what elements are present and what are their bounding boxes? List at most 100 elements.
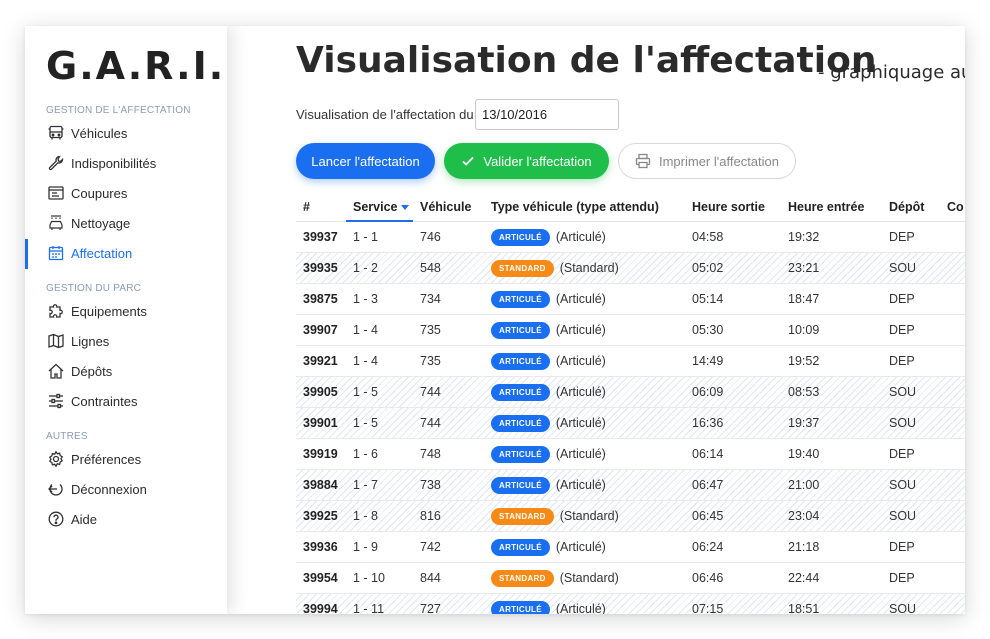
sidebar-item-coupures[interactable]: Coupures (25, 179, 227, 207)
cell-vehicule: 744 (420, 416, 441, 430)
map-icon (47, 332, 65, 350)
help-icon (47, 510, 65, 528)
cell-heure-sortie: 06:14 (692, 447, 724, 461)
cell-type-label: (Articulé) (555, 540, 606, 554)
cell-heure-sortie: 06:46 (692, 571, 724, 585)
page-title: Visualisation de l'affectation (296, 40, 877, 81)
sidebar-item-equipements[interactable]: Equipements (25, 297, 227, 325)
sidebar-item-label: Affectation (71, 245, 133, 261)
standard-badge: STANDARD (491, 260, 554, 278)
cell-id: 39936 (303, 540, 338, 554)
sidebar-item-label: Préférences (71, 451, 142, 467)
sidebar-item-preferences[interactable]: Préférences (25, 445, 227, 473)
cell-depot: DEP (889, 447, 915, 461)
column-header-vehicule[interactable]: Véhicule (420, 192, 471, 222)
cell-vehicule: 746 (420, 230, 441, 244)
cell-vehicule: 738 (420, 478, 441, 492)
calendar-icon (47, 244, 65, 262)
table-body: 39937 1 - 1 746 ARTICULÉ (Articulé) 04:58 19:3… (296, 222, 965, 614)
column-header-id[interactable]: # (303, 192, 310, 222)
table-row[interactable]: 39875 1 - 3 734 ARTICULÉ (Articulé) 05:14 18:4… (296, 284, 965, 315)
articule-badge: ARTICULÉ (491, 477, 550, 495)
sidebar-item-lignes[interactable]: Lignes (25, 327, 227, 355)
cell-heure-entree: 21:00 (788, 478, 820, 492)
cell-type: ARTICULÉ (Articulé) (491, 377, 606, 408)
date-input[interactable] (475, 99, 619, 130)
window-icon (47, 184, 65, 202)
table-row[interactable]: 39907 1 - 4 735 ARTICULÉ (Articulé) 05:30 10:0… (296, 315, 965, 346)
main-content: Visualisation de l'affectation - graphiq… (227, 26, 965, 614)
sidebar-item-vehicules[interactable]: Véhicules (25, 119, 227, 147)
articule-badge: ARTICULÉ (491, 322, 550, 340)
cell-heure-sortie: 05:30 (692, 323, 724, 337)
table-row[interactable]: 39954 1 - 10 844 STANDARD (Standard) 06:46 22:… (296, 563, 965, 594)
sidebar-item-indisponibilites[interactable]: Indisponibilités (25, 149, 227, 177)
sort-desc-icon (401, 205, 410, 211)
column-header-depot[interactable]: Dépôt (889, 192, 924, 222)
wrench-icon (47, 154, 65, 172)
table-row[interactable]: 39905 1 - 5 744 ARTICULÉ (Articulé) 06:09 08:5… (296, 377, 965, 408)
table-row[interactable]: 39994 1 - 11 727 ARTICULÉ (Articulé) 07:15 18:… (296, 594, 965, 614)
sidebar-item-label: Dépôts (71, 363, 113, 379)
table-row[interactable]: 39936 1 - 9 742 ARTICULÉ (Articulé) 06:24 21:1… (296, 532, 965, 563)
sidebar-item-affectation[interactable]: Affectation (25, 239, 227, 269)
cell-id: 39901 (303, 416, 338, 430)
print-affectation-button[interactable]: Imprimer l'affectation (618, 143, 796, 179)
run-affectation-button[interactable]: Lancer l'affectation (296, 143, 435, 179)
cell-vehicule: 816 (420, 509, 441, 523)
cell-type-label: (Articulé) (555, 385, 606, 399)
cell-type: ARTICULÉ (Articulé) (491, 470, 606, 501)
printer-icon (635, 153, 659, 169)
cell-type: ARTICULÉ (Articulé) (491, 284, 606, 315)
cell-type: ARTICULÉ (Articulé) (491, 222, 606, 253)
sidebar-item-label: Véhicules (71, 125, 128, 141)
cell-id: 39919 (303, 447, 338, 461)
validate-affectation-button[interactable]: Valider l'affectation (444, 143, 609, 179)
cell-depot: DEP (889, 354, 915, 368)
cell-heure-entree: 18:47 (788, 292, 820, 306)
print-affectation-label: Imprimer l'affectation (658, 153, 779, 169)
cell-type-label: (Articulé) (555, 323, 606, 337)
column-header-sortie[interactable]: Heure sortie (692, 192, 765, 222)
sidebar-item-label: Indisponibilités (71, 155, 157, 171)
cell-type: ARTICULÉ (Articulé) (491, 532, 606, 563)
column-header-co[interactable]: Co (947, 192, 964, 222)
cell-id: 39937 (303, 230, 338, 244)
sidebar: G.A.R.I. GESTION DE L'AFFECTATION Véhicu… (25, 26, 227, 614)
cell-service: 1 - 7 (353, 478, 379, 492)
car-wash-icon (47, 214, 65, 232)
home-icon (47, 362, 65, 380)
column-header-service[interactable]: Service (346, 192, 413, 222)
table-row[interactable]: 39901 1 - 5 744 ARTICULÉ (Articulé) 16:36 19:3… (296, 408, 965, 439)
cell-type-label: (Standard) (559, 261, 619, 275)
column-header-type[interactable]: Type véhicule (type attendu) (491, 192, 659, 222)
table-row[interactable]: 39919 1 - 6 748 ARTICULÉ (Articulé) 06:14 19:4… (296, 439, 965, 470)
sidebar-item-nettoyage[interactable]: Nettoyage (25, 209, 227, 237)
table-row[interactable]: 39925 1 - 8 816 STANDARD (Standard) 06:45 23:0… (296, 501, 965, 532)
sidebar-item-depots[interactable]: Dépôts (25, 357, 227, 385)
cell-depot: DEP (889, 571, 915, 585)
cell-service: 1 - 4 (353, 354, 379, 368)
run-affectation-label: Lancer l'affectation (311, 153, 420, 169)
cell-id: 39994 (303, 602, 338, 614)
cell-type-label: (Articulé) (555, 602, 606, 614)
sidebar-item-contraintes[interactable]: Contraintes (25, 387, 227, 415)
cell-heure-sortie: 07:15 (692, 602, 724, 614)
column-header-entree[interactable]: Heure entrée (788, 192, 864, 222)
standard-badge: STANDARD (491, 570, 554, 588)
cell-vehicule: 735 (420, 323, 441, 337)
cell-vehicule: 727 (420, 602, 441, 614)
puzzle-icon (47, 302, 65, 320)
sidebar-item-aide[interactable]: Aide (25, 505, 227, 533)
sidebar-item-deconnexion[interactable]: Déconnexion (25, 475, 227, 503)
cell-depot: DEP (889, 323, 915, 337)
table-row[interactable]: 39935 1 - 2 548 STANDARD (Standard) 05:02 23:2… (296, 253, 965, 284)
cell-heure-entree: 19:32 (788, 230, 820, 244)
table-row[interactable]: 39937 1 - 1 746 ARTICULÉ (Articulé) 04:58 19:3… (296, 222, 965, 253)
table-row[interactable]: 39921 1 - 4 735 ARTICULÉ (Articulé) 14:49 19:5… (296, 346, 965, 377)
cell-type-label: (Standard) (559, 571, 619, 585)
table-row[interactable]: 39884 1 - 7 738 ARTICULÉ (Articulé) 06:47 21:0… (296, 470, 965, 501)
cell-id: 39954 (303, 571, 338, 585)
articule-badge: ARTICULÉ (491, 384, 550, 402)
cell-heure-sortie: 06:47 (692, 478, 724, 492)
